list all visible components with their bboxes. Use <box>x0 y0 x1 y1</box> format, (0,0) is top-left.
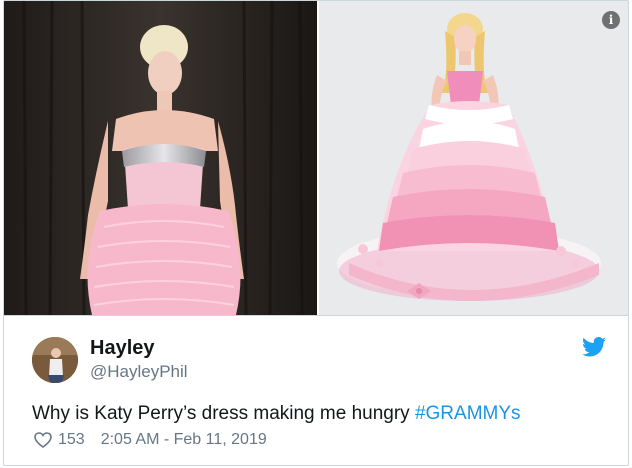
media-photo-cake[interactable]: i <box>319 1 628 315</box>
tweet-meta: 153 2:05 AM - Feb 11, 2019 <box>34 431 267 449</box>
twitter-bird-icon[interactable] <box>582 337 606 357</box>
tweet-timestamp[interactable]: 2:05 AM - Feb 11, 2019 <box>101 431 267 449</box>
tweet-text-main: Why is Katy Perry’s dress making me hung… <box>32 403 415 424</box>
author-screen-name[interactable]: @HayleyPhil <box>90 362 188 382</box>
avatar[interactable] <box>32 337 78 383</box>
dress-photo-illustration <box>4 1 317 315</box>
heart-icon[interactable] <box>34 432 52 448</box>
tweet-text: Why is Katy Perry’s dress making me hung… <box>32 403 521 425</box>
like-count[interactable]: 153 <box>58 431 85 449</box>
author-display-name[interactable]: Hayley <box>90 337 155 360</box>
media-photo-dress[interactable] <box>4 1 317 315</box>
tweet-media[interactable]: i <box>4 1 628 315</box>
hashtag-link[interactable]: #GRAMMYs <box>415 403 521 424</box>
info-icon[interactable]: i <box>602 11 620 29</box>
tweet-card[interactable]: i Hayley @HayleyPhil Why is Katy Perry’s… <box>3 0 629 466</box>
avatar-photo <box>32 337 78 383</box>
cake-photo-illustration <box>319 1 628 315</box>
media-separator <box>4 315 628 316</box>
